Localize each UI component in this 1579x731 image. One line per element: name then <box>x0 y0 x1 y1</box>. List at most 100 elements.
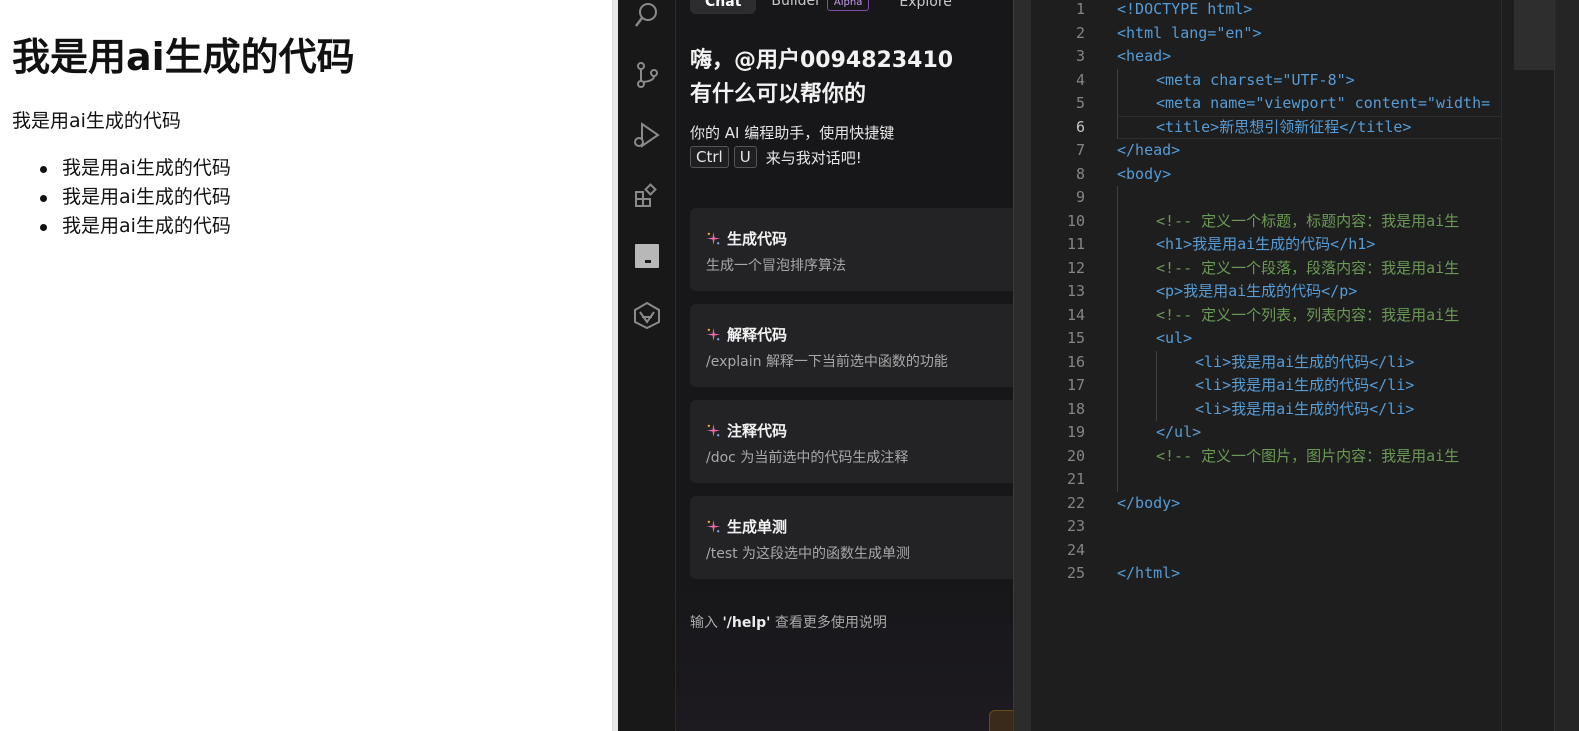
code-line: 7 </head> <box>1031 139 1501 163</box>
alpha-badge: Alpha <box>826 0 870 11</box>
list-item: 我是用ai生成的代码 <box>12 183 231 212</box>
code-line: 4 <meta charset="UTF-8"> <box>1031 68 1501 92</box>
code-line: 10 <!-- 定义一个标题，标题内容：我是用ai生 <box>1031 209 1501 233</box>
card-title: 注释代码 <box>727 422 788 440</box>
code-text: </ul> <box>1156 423 1202 441</box>
line-number: 10 <box>1066 211 1085 230</box>
code-line: 19 </ul> <box>1031 421 1501 445</box>
sparkle-icon <box>706 423 721 438</box>
suggestion-card-test[interactable]: 生成单测 /test 为这段选中的函数生成单测 <box>690 496 1013 579</box>
editor-splitter[interactable] <box>1013 0 1031 731</box>
code-line: 12 <!-- 定义一个段落，段落内容：我是用ai生 <box>1031 256 1501 280</box>
code-line: 11 <h1>我是用ai生成的代码</h1> <box>1031 233 1501 257</box>
list-item: 我是用ai生成的代码 <box>12 154 231 183</box>
line-number: 2 <box>1075 23 1085 42</box>
run-debug-icon[interactable] <box>632 120 662 150</box>
code-text: <html lang="en"> <box>1117 23 1262 42</box>
code-text: </body> <box>1117 493 1181 512</box>
line-number: 1 <box>1075 0 1085 18</box>
code-line: 14 <!-- 定义一个列表，列表内容：我是用ai生 <box>1031 303 1501 327</box>
ctrl-key: Ctrl <box>690 146 729 168</box>
code-text: <meta charset="UTF-8"> <box>1156 70 1355 89</box>
code-text: <li>我是用ai生成的代码</li> <box>1195 399 1415 418</box>
code-line: 8 <body> <box>1031 163 1501 187</box>
preview-heading: 我是用ai生成的代码 <box>12 35 355 79</box>
card-title-row: 生成代码 <box>706 228 787 249</box>
code-text: <title>新思想引领新征程</title> <box>1156 117 1412 136</box>
card-description: /doc 为当前选中的代码生成注释 <box>706 450 909 466</box>
chat-input-badge[interactable] <box>989 710 1013 731</box>
help-prefix: 输入 <box>690 615 723 631</box>
sparkle-icon <box>706 231 721 246</box>
preview-paragraph: 我是用ai生成的代码 <box>12 110 181 132</box>
line-number: 12 <box>1066 258 1085 277</box>
tab-builder[interactable]: Builder Alpha <box>756 0 884 15</box>
suggestion-card-doc[interactable]: 注释代码 /doc 为当前选中的代码生成注释 <box>690 400 1013 483</box>
code-line: 3 <head> <box>1031 45 1501 69</box>
shortcut-suffix: 来与我对话吧! <box>765 148 862 167</box>
line-number: 9 <box>1075 188 1085 206</box>
card-title: 生成单测 <box>727 518 788 536</box>
line-number: 19 <box>1066 423 1085 441</box>
line-number: 3 <box>1075 47 1085 65</box>
line-number: 11 <box>1066 235 1085 253</box>
suggestion-card-explain[interactable]: 解释代码 /explain 解释一下当前选中函数的功能 <box>690 304 1013 387</box>
line-number: 5 <box>1075 94 1085 112</box>
code-editor[interactable]: 1 <!DOCTYPE html> 2 <html lang="en"> 3 <hea… <box>1031 0 1501 731</box>
list-item: 我是用ai生成的代码 <box>12 212 231 241</box>
line-number: 8 <box>1075 164 1085 183</box>
code-text: <!-- 定义一个标题，标题内容：我是用ai生 <box>1156 211 1460 230</box>
shortcut-hint: Ctrl U 来与我对话吧! <box>690 146 862 168</box>
ai-chat-panel: Chat Builder Alpha Explore 嗨，@用户009482341… <box>676 0 1013 731</box>
code-line: 2 <html lang="en"> <box>1031 22 1501 46</box>
card-title-row: 解释代码 <box>706 324 787 345</box>
editor-scrollbar[interactable] <box>1554 0 1579 731</box>
intro-text: 你的 AI 编程助手，使用快捷键 <box>690 124 895 142</box>
help-suffix: 查看更多使用说明 <box>770 615 887 631</box>
code-text: <!-- 定义一个列表，列表内容：我是用ai生 <box>1156 305 1460 324</box>
help-command: '/help' <box>722 615 771 631</box>
code-text: </html> <box>1117 564 1181 582</box>
line-number: 16 <box>1066 352 1085 371</box>
code-line: 5 <meta name="viewport" content="width= <box>1031 92 1501 116</box>
source-control-icon[interactable] <box>632 60 662 90</box>
code-text: <head> <box>1117 47 1172 65</box>
code-line: 20 <!-- 定义一个图片，图片内容：我是用ai生 <box>1031 444 1501 468</box>
code-text: <li>我是用ai生成的代码</li> <box>1195 352 1415 371</box>
code-text: <meta name="viewport" content="width= <box>1156 94 1491 112</box>
card-description: 生成一个冒泡排序算法 <box>706 258 846 274</box>
line-number: 6 <box>1075 117 1085 136</box>
panel-icon[interactable] <box>632 241 662 271</box>
code-text: <!-- 定义一个图片，图片内容：我是用ai生 <box>1156 446 1460 465</box>
code-line-current: 6 <title>新思想引领新征程</title> <box>1031 115 1501 139</box>
suggestion-card-generate[interactable]: 生成代码 生成一个冒泡排序算法 <box>690 208 1013 291</box>
greeting-title: 嗨，@用户0094823410 <box>690 48 954 73</box>
line-number: 23 <box>1066 517 1085 535</box>
card-title-row: 生成单测 <box>706 516 787 537</box>
code-text: <h1>我是用ai生成的代码</h1> <box>1156 235 1376 253</box>
card-description: /test 为这段选中的函数生成单测 <box>706 546 911 562</box>
code-line: 17 <li>我是用ai生成的代码</li> <box>1031 374 1501 398</box>
tab-chat[interactable]: Chat <box>690 0 757 14</box>
u-key: U <box>733 146 757 168</box>
card-title-row: 注释代码 <box>706 420 787 441</box>
tab-explore[interactable]: Explore <box>884 0 967 14</box>
tab-builder-label: Builder <box>771 0 821 9</box>
line-number: 4 <box>1075 70 1085 89</box>
extensions-icon[interactable] <box>632 181 662 211</box>
code-line: 24 <box>1031 539 1501 563</box>
code-line: 16 <li>我是用ai生成的代码</li> <box>1031 350 1501 374</box>
line-number: 18 <box>1066 399 1085 418</box>
search-icon[interactable] <box>632 0 662 30</box>
line-number: 14 <box>1066 305 1085 324</box>
line-number: 13 <box>1066 282 1085 300</box>
code-line: 25 </html> <box>1031 562 1501 586</box>
card-description: /explain 解释一下当前选中函数的功能 <box>706 354 948 370</box>
activity-bar <box>618 0 676 731</box>
sparkle-icon <box>706 327 721 342</box>
line-number: 20 <box>1066 446 1085 465</box>
code-line: 1 <!DOCTYPE html> <box>1031 0 1501 22</box>
ai-assistant-icon[interactable] <box>632 300 662 330</box>
code-line: 23 <box>1031 515 1501 539</box>
minimap-slider[interactable] <box>1514 0 1556 70</box>
